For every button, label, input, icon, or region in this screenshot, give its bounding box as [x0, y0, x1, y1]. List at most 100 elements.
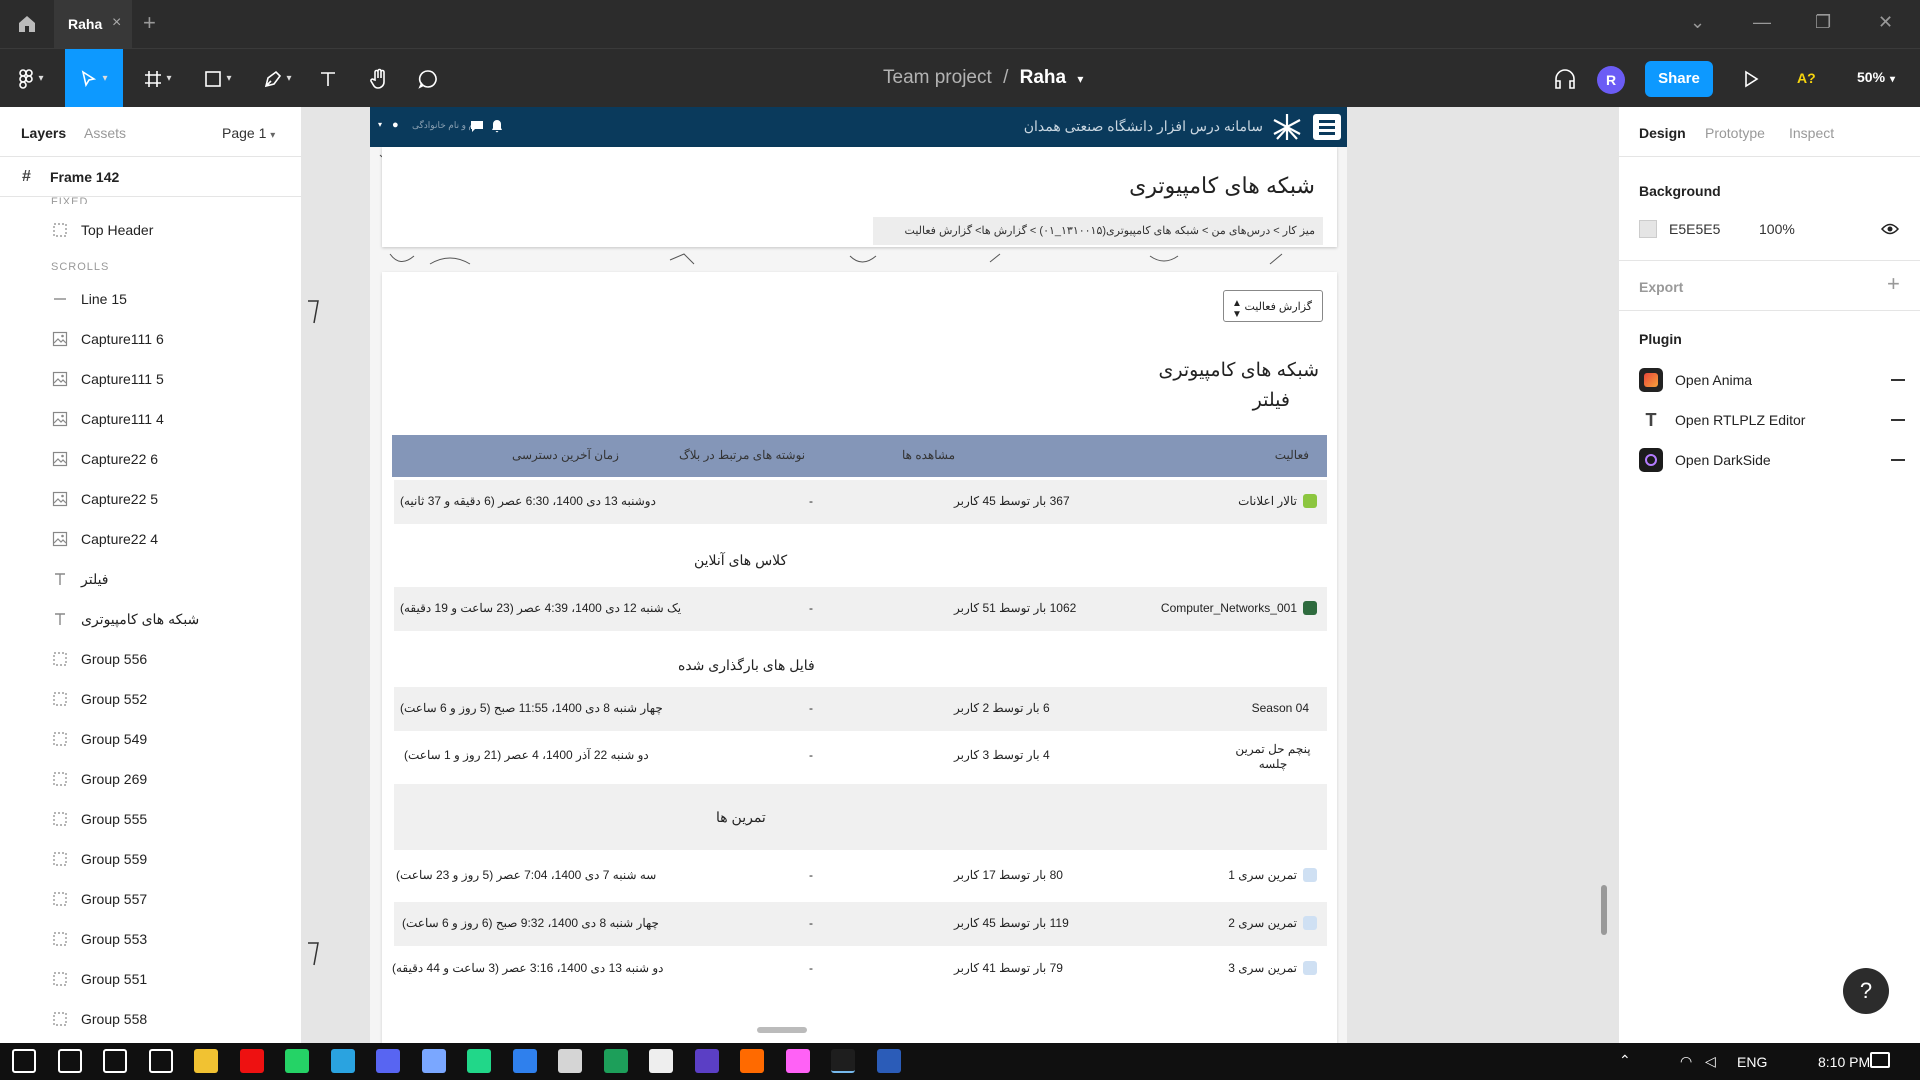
activity-name[interactable]: پنچم حل تمرین چلسه: [1233, 742, 1313, 772]
word-icon[interactable]: [876, 1049, 901, 1073]
zoom-dropdown[interactable]: 50% ▾: [1857, 69, 1895, 85]
eye-icon[interactable]: [1881, 222, 1899, 236]
home-icon[interactable]: [16, 13, 38, 35]
share-button[interactable]: Share: [1645, 61, 1713, 97]
layer-item[interactable]: Top Header: [0, 210, 301, 250]
figma-icon[interactable]: [831, 1049, 855, 1073]
tab-layers[interactable]: Layers: [21, 125, 66, 141]
clock[interactable]: 8:10 PM: [1818, 1054, 1870, 1070]
minimize-icon[interactable]: —: [1753, 12, 1771, 33]
canvas[interactable]: سامانه درس افزار دانشگاه صنعتی همدان ● ن…: [302, 107, 1618, 1043]
notification-bell-icon[interactable]: [491, 119, 503, 133]
volume-icon[interactable]: ◁: [1705, 1053, 1716, 1070]
app-icon[interactable]: [649, 1049, 673, 1073]
discord-icon[interactable]: [376, 1049, 400, 1073]
avatar[interactable]: R: [1597, 66, 1625, 94]
telegram-icon[interactable]: [330, 1049, 355, 1073]
xd-icon[interactable]: [785, 1049, 810, 1073]
layer-item[interactable]: Capture111 4: [0, 399, 301, 439]
activity-name[interactable]: Computer_Networks_001: [1161, 601, 1297, 615]
layer-item[interactable]: Group 553: [0, 919, 301, 959]
wps-icon[interactable]: [694, 1049, 719, 1073]
report-type-select[interactable]: گزارش فعالیت ▲ ▼: [1223, 290, 1323, 322]
add-export-icon[interactable]: +: [1887, 271, 1900, 297]
audio-headphones-icon[interactable]: [1553, 67, 1577, 89]
cortana-icon[interactable]: [103, 1049, 127, 1073]
layer-item[interactable]: Group 557: [0, 879, 301, 919]
file-explorer-icon[interactable]: [194, 1049, 218, 1073]
table-row[interactable]: Season 04 6 بار توسط 2 کاربر - چهار شنبه…: [394, 687, 1327, 731]
new-tab-icon[interactable]: +: [143, 10, 156, 36]
close-window-icon[interactable]: ✕: [1878, 12, 1893, 33]
background-opacity[interactable]: 100%: [1759, 221, 1795, 237]
layer-item[interactable]: Capture22 6: [0, 439, 301, 479]
remove-plugin-icon[interactable]: [1891, 379, 1905, 381]
table-row[interactable]: تالار اعلانات 367 بار توسط 45 کاربر - دو…: [394, 480, 1327, 524]
layer-item[interactable]: Capture111 5: [0, 359, 301, 399]
chevron-down-icon[interactable]: ▾: [1077, 72, 1083, 86]
table-row[interactable]: پنچم حل تمرین چلسه 4 بار توسط 3 کاربر - …: [394, 734, 1327, 778]
background-hex[interactable]: E5E5E5: [1669, 221, 1720, 237]
opera-icon[interactable]: [239, 1049, 264, 1073]
file-tab[interactable]: Raha ×: [54, 0, 132, 48]
layer-item[interactable]: Line 15: [0, 279, 301, 319]
tab-assets[interactable]: Assets: [84, 125, 126, 141]
search-icon[interactable]: [57, 1049, 82, 1073]
filter-label[interactable]: فیلتر: [1253, 389, 1290, 412]
layer-item[interactable]: شبکه های کامپیوتری: [0, 599, 301, 639]
vertical-scrollbar[interactable]: [1601, 885, 1607, 935]
main-menu-button[interactable]: ▾: [10, 49, 52, 108]
horizontal-scrollbar[interactable]: [757, 1027, 807, 1033]
text-tool-button[interactable]: [313, 49, 343, 108]
network-icon[interactable]: ◠: [1680, 1053, 1692, 1070]
chevron-down-icon[interactable]: ⌄: [1690, 12, 1705, 33]
layer-item[interactable]: Capture111 6: [0, 319, 301, 359]
message-icon[interactable]: [470, 120, 484, 133]
tray-chevron-icon[interactable]: ⌃: [1619, 1052, 1631, 1069]
shape-tool-button[interactable]: ▾: [195, 49, 241, 108]
tab-design[interactable]: Design: [1639, 125, 1686, 141]
activity-name[interactable]: تمرین سری 2: [1228, 916, 1297, 930]
table-row[interactable]: تمرین سری 1 80 بار توسط 17 کاربر - سه شن…: [394, 854, 1327, 898]
chevron-down-icon[interactable]: ▾: [378, 120, 382, 129]
remove-plugin-icon[interactable]: [1891, 419, 1905, 421]
layer-item[interactable]: Group 555: [0, 799, 301, 839]
user-icon[interactable]: ●: [392, 119, 399, 131]
task-view-icon[interactable]: [148, 1049, 173, 1073]
layer-item[interactable]: Group 559: [0, 839, 301, 879]
box-icon[interactable]: [421, 1049, 446, 1073]
layer-frame[interactable]: # Frame 142: [0, 157, 301, 197]
layer-item[interactable]: Group 552: [0, 679, 301, 719]
layer-item[interactable]: Group 549: [0, 719, 301, 759]
layer-item[interactable]: Group 551: [0, 959, 301, 999]
xampp-icon[interactable]: [558, 1049, 582, 1073]
site-breadcrumb[interactable]: میز کار > درس‌های من > شبکه های کامپیوتر…: [873, 217, 1323, 245]
excel-icon[interactable]: [603, 1049, 628, 1073]
activity-name[interactable]: تمرین سری 3: [1228, 961, 1297, 975]
vscode-icon[interactable]: [512, 1049, 537, 1073]
activity-name[interactable]: تالار اعلانات: [1238, 494, 1297, 508]
app-icon[interactable]: [740, 1049, 764, 1073]
language-indicator[interactable]: ENG: [1737, 1054, 1767, 1070]
present-play-icon[interactable]: [1743, 70, 1759, 88]
notifications-icon[interactable]: [1870, 1052, 1890, 1068]
tab-inspect[interactable]: Inspect: [1789, 125, 1834, 141]
layer-item[interactable]: Group 556: [0, 639, 301, 679]
activity-name[interactable]: Season 04: [1252, 701, 1309, 715]
hand-tool-button[interactable]: [362, 49, 396, 108]
remove-plugin-icon[interactable]: [1891, 459, 1905, 461]
page-selector[interactable]: Page 1 ▾: [222, 125, 275, 141]
plugin-anima[interactable]: Open Anima: [1639, 368, 1909, 392]
pycharm-icon[interactable]: [467, 1049, 491, 1073]
move-tool-button[interactable]: ▾: [65, 49, 123, 108]
plugin-darkside[interactable]: Open DarkSide: [1639, 448, 1909, 472]
restore-icon[interactable]: ❐: [1815, 12, 1831, 33]
layer-item[interactable]: Capture22 5: [0, 479, 301, 519]
help-button[interactable]: ?: [1843, 968, 1889, 1014]
hamburger-menu-icon[interactable]: [1313, 114, 1341, 140]
file-name[interactable]: Raha: [1020, 67, 1066, 88]
whatsapp-icon[interactable]: [285, 1049, 309, 1073]
accessibility-button[interactable]: A?: [1797, 70, 1816, 86]
pen-tool-button[interactable]: ▾: [255, 49, 301, 108]
table-row[interactable]: تمرین سری 2 119 بار توسط 45 کاربر - چهار…: [394, 902, 1327, 946]
